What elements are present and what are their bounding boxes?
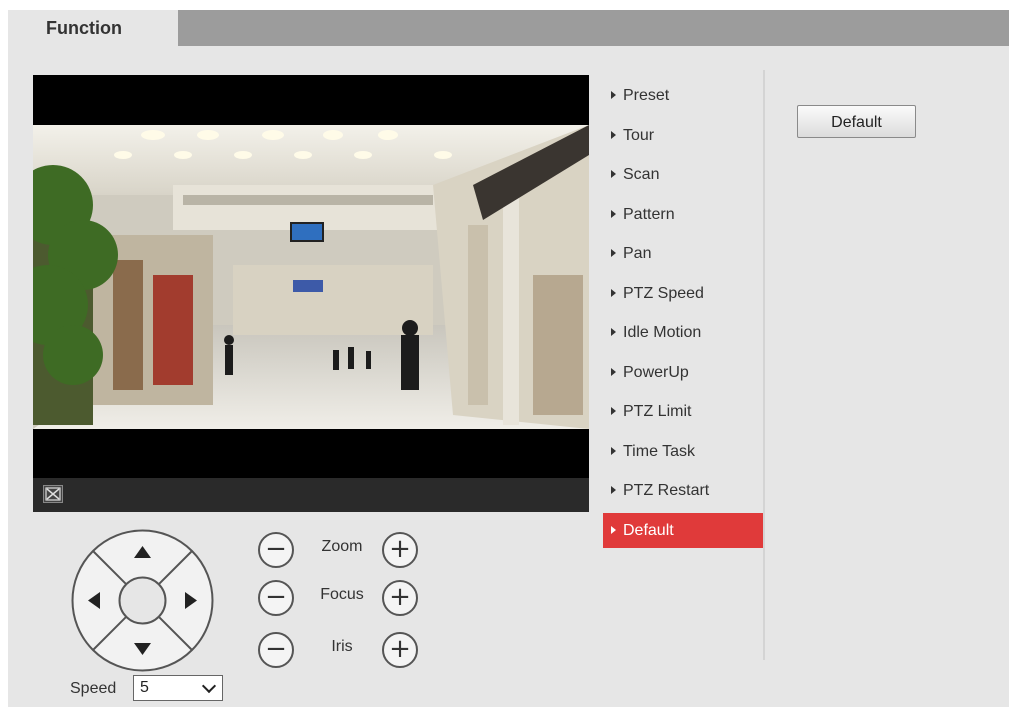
zoom-out-button[interactable]: − — [258, 532, 294, 568]
menu-item-label: Idle Motion — [623, 324, 702, 341]
iris-control: − Iris + — [258, 632, 428, 672]
menu-item-pan[interactable]: Pan — [603, 236, 763, 272]
triangle-right-icon — [611, 446, 616, 455]
menu-item-tour[interactable]: Tour — [603, 118, 763, 154]
menu-item-label: PowerUp — [623, 363, 689, 381]
speed-value: 5 — [140, 679, 149, 696]
menu-item-time-task[interactable]: Time Task — [603, 434, 763, 470]
default-button[interactable]: Default — [797, 105, 916, 138]
menu-item-label: Pan — [623, 245, 652, 262]
menu-item-label: Scan — [623, 166, 660, 183]
focus-minus-button[interactable]: − — [258, 580, 294, 616]
triangle-right-icon — [611, 91, 616, 99]
triangle-right-icon — [611, 486, 616, 494]
triangle-right-icon — [611, 407, 616, 415]
menu-item-ptz-restart[interactable]: PTZ Restart — [603, 473, 763, 509]
speed-label: Speed — [70, 680, 117, 697]
menu-item-preset[interactable]: Preset — [603, 78, 763, 114]
menu-item-label: Time Task — [623, 442, 696, 460]
video-toolbar — [33, 478, 589, 512]
triangle-right-icon — [611, 170, 616, 178]
menu-item-ptz-limit[interactable]: PTZ Limit — [603, 394, 763, 430]
zoom-label: Zoom — [321, 538, 363, 555]
triangle-right-icon — [611, 328, 616, 336]
zoom-control: − Zoom + — [258, 532, 428, 572]
triangle-right-icon — [611, 130, 616, 139]
menu-item-label: PTZ Restart — [623, 482, 710, 499]
focus-control: − Focus + — [258, 580, 428, 620]
speed-select[interactable]: 5 — [133, 675, 223, 701]
menu-item-idle-motion[interactable]: Idle Motion — [603, 315, 763, 351]
ptz-direction-pad — [70, 528, 215, 673]
menu-item-label: Tour — [623, 126, 655, 144]
menu-item-label: Preset — [623, 87, 670, 104]
iris-minus-button[interactable]: − — [258, 632, 294, 668]
focus-label: Focus — [320, 586, 364, 603]
chevron-down-icon — [201, 678, 217, 694]
focus-plus-button[interactable]: + — [382, 580, 418, 616]
menu-item-default[interactable]: Default — [603, 512, 763, 548]
menu-item-label: PTZ Speed — [623, 284, 704, 302]
function-panel: Function Preset Tour Scan Pattern Pan PT… — [8, 10, 1009, 707]
function-menu: Preset Tour Scan Pattern Pan PTZ Speed I… — [603, 78, 763, 552]
tab-function[interactable]: Function — [8, 10, 178, 46]
triangle-right-icon — [611, 209, 616, 218]
tab-bar: Function — [8, 10, 1009, 46]
ptz-center-button[interactable] — [122, 580, 164, 622]
menu-item-label: PTZ Limit — [623, 403, 692, 420]
live-video[interactable] — [33, 75, 589, 512]
video-frame — [33, 125, 589, 429]
menu-item-ptz-speed[interactable]: PTZ Speed — [603, 276, 763, 312]
triangle-right-icon — [611, 367, 616, 376]
triangle-right-icon — [611, 288, 616, 297]
fullscreen-icon[interactable] — [43, 485, 63, 503]
menu-item-pattern[interactable]: Pattern — [603, 197, 763, 233]
triangle-right-icon — [611, 249, 616, 257]
menu-item-scan[interactable]: Scan — [603, 157, 763, 193]
menu-item-powerup[interactable]: PowerUp — [603, 355, 763, 391]
iris-label: Iris — [331, 638, 353, 655]
menu-item-label: Pattern — [623, 205, 675, 223]
zoom-in-button[interactable]: + — [382, 532, 418, 568]
menu-item-label: Default — [623, 521, 674, 539]
vertical-divider — [763, 70, 765, 660]
iris-plus-button[interactable]: + — [382, 632, 418, 668]
triangle-right-icon — [611, 525, 616, 534]
